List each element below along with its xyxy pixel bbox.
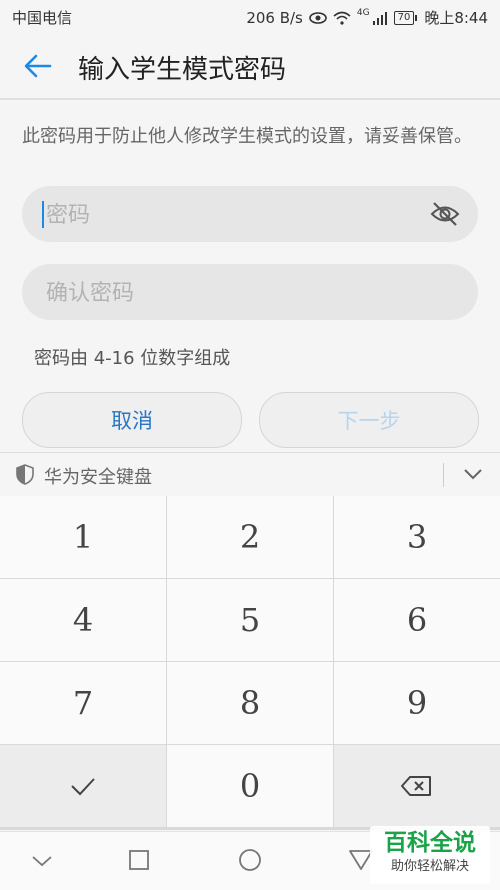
key-4[interactable]: 4 — [0, 579, 166, 661]
keyboard-header-divider — [443, 463, 444, 487]
key-7[interactable]: 7 — [0, 662, 166, 744]
key-9[interactable]: 9 — [334, 662, 500, 744]
cancel-button[interactable]: 取消 — [22, 392, 242, 448]
key-0[interactable]: 0 — [167, 745, 333, 827]
key-8[interactable]: 8 — [167, 662, 333, 744]
confirm-key[interactable] — [0, 745, 166, 827]
signal-bars-icon — [372, 11, 387, 25]
app-bar: 输入学生模式密码 — [0, 34, 500, 100]
nav-collapse-icon[interactable] — [30, 851, 54, 871]
backspace-key[interactable] — [334, 745, 500, 827]
password-field[interactable] — [22, 186, 478, 244]
status-bar: 中国电信 206 B/s 4G 70 晚上8:44 — [0, 0, 500, 34]
key-5[interactable]: 5 — [167, 579, 333, 661]
key-2[interactable]: 2 — [167, 496, 333, 578]
key-1[interactable]: 1 — [0, 496, 166, 578]
arrow-left-icon[interactable] — [22, 50, 54, 82]
watermark-subtitle: 助你轻松解决 — [390, 859, 469, 874]
wifi-icon — [333, 11, 351, 25]
confirm-password-input[interactable] — [44, 264, 428, 322]
key-3[interactable]: 3 — [334, 496, 500, 578]
battery-indicator: 70 — [393, 10, 418, 25]
signal-type-label: 4G — [356, 7, 370, 18]
password-input[interactable] — [44, 186, 428, 244]
shield-icon — [16, 464, 34, 485]
keyboard-header: 华为安全键盘 — [0, 452, 500, 497]
keyboard-title: 华为安全键盘 — [44, 467, 152, 488]
confirm-password-field[interactable] — [22, 264, 478, 322]
network-speed: 206 B/s — [246, 8, 303, 27]
backspace-icon — [401, 776, 431, 796]
chevron-down-icon[interactable] — [462, 465, 484, 483]
status-indicators: 206 B/s 4G 70 晚上8:44 — [246, 7, 488, 28]
eye-comfort-icon — [309, 11, 327, 24]
visibility-off-icon[interactable] — [430, 200, 460, 228]
password-description: 此密码用于防止他人修改学生模式的设置，请妥善保管。 — [22, 126, 472, 147]
watermark-logo: 百科全说 助你轻松解决 — [370, 826, 490, 884]
nav-home-circle-icon[interactable] — [238, 848, 262, 872]
clock: 晚上8:44 — [424, 9, 488, 27]
carrier-name: 中国电信 — [12, 9, 73, 27]
key-6[interactable]: 6 — [334, 579, 500, 661]
next-step-button[interactable]: 下一步 — [259, 392, 479, 448]
page-title: 输入学生模式密码 — [78, 55, 287, 85]
password-rule-hint: 密码由 4-16 位数字组成 — [34, 348, 231, 369]
checkmark-icon — [71, 778, 95, 796]
numeric-keypad: 1 2 3 4 5 6 7 8 9 0 — [0, 496, 500, 830]
watermark-title: 百科全说 — [384, 830, 476, 856]
nav-square-icon[interactable] — [128, 849, 150, 871]
